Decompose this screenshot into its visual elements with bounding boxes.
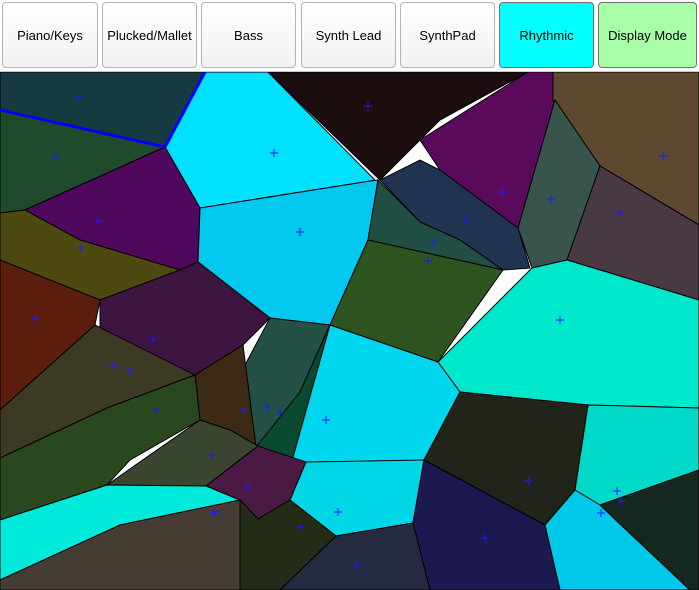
voronoi-pad-canvas[interactable]: [0, 72, 699, 590]
piano-keys-button[interactable]: Piano/Keys: [2, 2, 98, 68]
rhythmic-button[interactable]: Rhythmic: [499, 2, 594, 68]
plucked-mallet-button[interactable]: Plucked/Mallet: [102, 2, 197, 68]
bass-button[interactable]: Bass: [201, 2, 296, 68]
instrument-toolbar: Piano/Keys Plucked/Mallet Bass Synth Lea…: [0, 0, 699, 72]
synthpad-button[interactable]: SynthPad: [400, 2, 495, 68]
voronoi-diagram[interactable]: [0, 72, 699, 590]
display-mode-button[interactable]: Display Mode: [598, 2, 697, 68]
synth-lead-button[interactable]: Synth Lead: [301, 2, 396, 68]
